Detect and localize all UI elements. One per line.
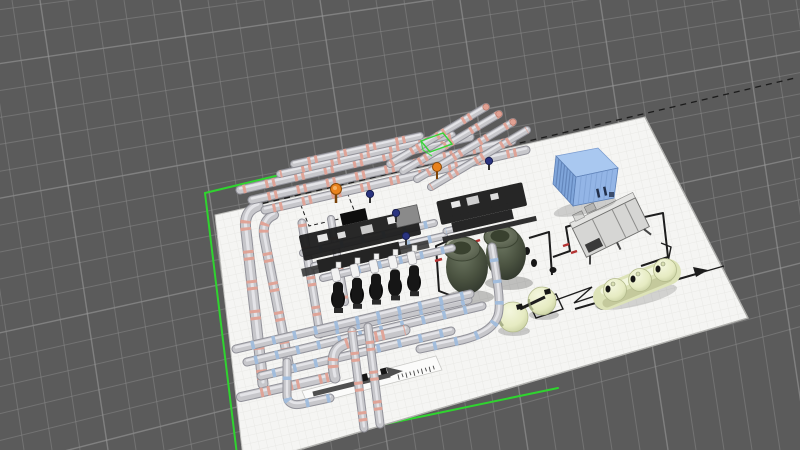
pump-foot	[372, 300, 381, 305]
pump-connector	[412, 245, 417, 251]
pump-connector	[374, 254, 379, 260]
pump-body[interactable]	[409, 265, 419, 291]
pump-body[interactable]	[333, 282, 343, 308]
pump-body[interactable]	[371, 274, 381, 300]
pump-foot	[391, 295, 400, 300]
pump-connector	[393, 249, 398, 255]
pump-connector	[336, 262, 341, 268]
pump-body[interactable]	[390, 269, 400, 295]
pump-foot	[410, 291, 419, 296]
pipe-end-flange	[483, 104, 489, 110]
pipe-end-flange	[510, 119, 516, 125]
valve-handwheel[interactable]	[366, 190, 373, 197]
pipe-end-flange	[496, 111, 502, 117]
model-scene	[0, 0, 800, 450]
pump-body[interactable]	[352, 278, 362, 304]
3d-viewport[interactable]	[0, 0, 800, 450]
pump-foot	[353, 304, 362, 309]
pump-foot	[334, 308, 343, 313]
valve-handwheel[interactable]	[485, 157, 492, 164]
valve-handwheel[interactable]	[392, 209, 399, 216]
valve-handwheel[interactable]	[402, 232, 409, 239]
pump-connector	[355, 258, 360, 264]
